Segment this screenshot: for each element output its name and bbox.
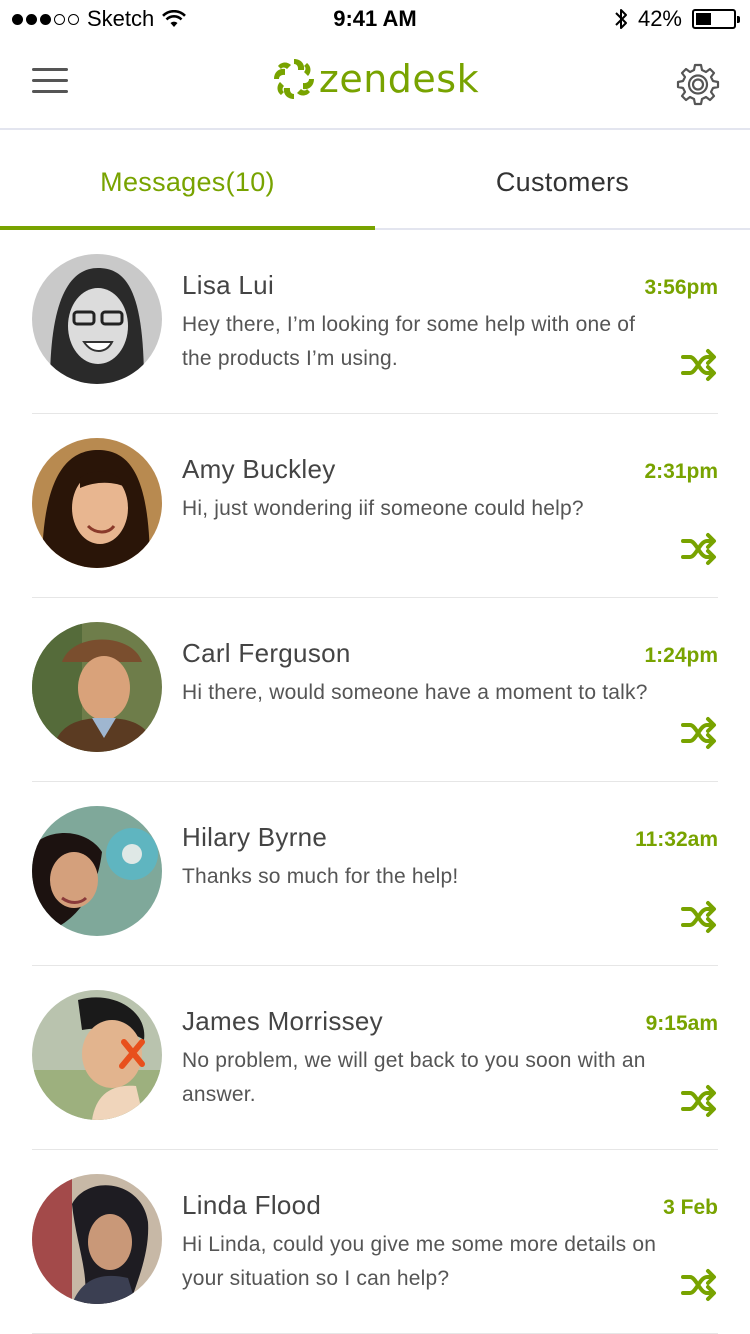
contact-name: James Morrissey xyxy=(182,1006,383,1036)
avatar xyxy=(32,622,162,752)
message-time: 3 Feb xyxy=(663,1196,718,1219)
message-time: 3:56pm xyxy=(644,276,718,299)
avatar xyxy=(32,254,162,384)
bluetooth-icon xyxy=(615,9,627,29)
list-item[interactable]: Carl Ferguson 1:24pm Hi there, would som… xyxy=(32,598,718,782)
gear-icon[interactable] xyxy=(676,62,720,106)
list-item[interactable]: Linda Flood 3 Feb Hi Linda, could you gi… xyxy=(32,1150,718,1334)
contact-name: Linda Flood xyxy=(182,1190,322,1220)
avatar xyxy=(32,990,162,1120)
message-time: 2:31pm xyxy=(644,460,718,483)
shuffle-icon[interactable] xyxy=(680,900,718,934)
list-item[interactable]: James Morrissey 9:15am No problem, we wi… xyxy=(32,966,718,1150)
zendesk-swirl-icon xyxy=(273,59,314,99)
status-bar: Sketch 9:41 AM 42% xyxy=(0,0,750,40)
message-time: 11:32am xyxy=(635,828,718,851)
message-time: 1:24pm xyxy=(644,644,718,667)
logo-text: zendesk xyxy=(318,57,480,101)
tab-messages[interactable]: Messages(10) xyxy=(0,140,375,230)
message-list: Lisa Lui 3:56pm Hey there, I’m looking f… xyxy=(0,230,750,1334)
shuffle-icon[interactable] xyxy=(680,716,718,750)
message-preview: Hi Linda, could you give me some more de… xyxy=(182,1233,657,1290)
shuffle-icon[interactable] xyxy=(680,348,718,382)
list-item[interactable]: Hilary Byrne 11:32am Thanks so much for … xyxy=(32,782,718,966)
message-preview: Hi, just wondering iif someone could hel… xyxy=(182,497,584,520)
battery-percent: 42% xyxy=(637,6,682,31)
tab-customers[interactable]: Customers xyxy=(375,140,750,228)
list-item[interactable]: Lisa Lui 3:56pm Hey there, I’m looking f… xyxy=(32,230,718,414)
avatar xyxy=(32,438,162,568)
shuffle-icon[interactable] xyxy=(680,532,718,566)
message-preview: Thanks so much for the help! xyxy=(182,865,459,888)
message-preview: Hi there, would someone have a moment to… xyxy=(182,681,648,704)
status-right: 42% xyxy=(614,6,740,32)
contact-name: Carl Ferguson xyxy=(182,638,351,668)
list-item[interactable]: Amy Buckley 2:31pm Hi, just wondering ii… xyxy=(32,414,718,598)
nav-bar: zendesk xyxy=(0,40,750,130)
tab-bar: Messages(10) Customers xyxy=(0,140,750,230)
contact-name: Hilary Byrne xyxy=(182,822,328,852)
message-time: 9:15am xyxy=(645,1012,718,1035)
message-preview: No problem, we will get back to you soon… xyxy=(182,1049,646,1106)
shuffle-icon[interactable] xyxy=(680,1084,718,1118)
avatar xyxy=(32,1174,162,1304)
contact-name: Lisa Lui xyxy=(182,270,275,300)
shuffle-icon[interactable] xyxy=(680,1268,718,1302)
contact-name: Amy Buckley xyxy=(182,454,336,484)
battery-icon xyxy=(692,9,740,29)
avatar xyxy=(32,806,162,936)
message-preview: Hey there, I’m looking for some help wit… xyxy=(182,313,636,370)
zendesk-logo: zendesk xyxy=(0,56,750,102)
